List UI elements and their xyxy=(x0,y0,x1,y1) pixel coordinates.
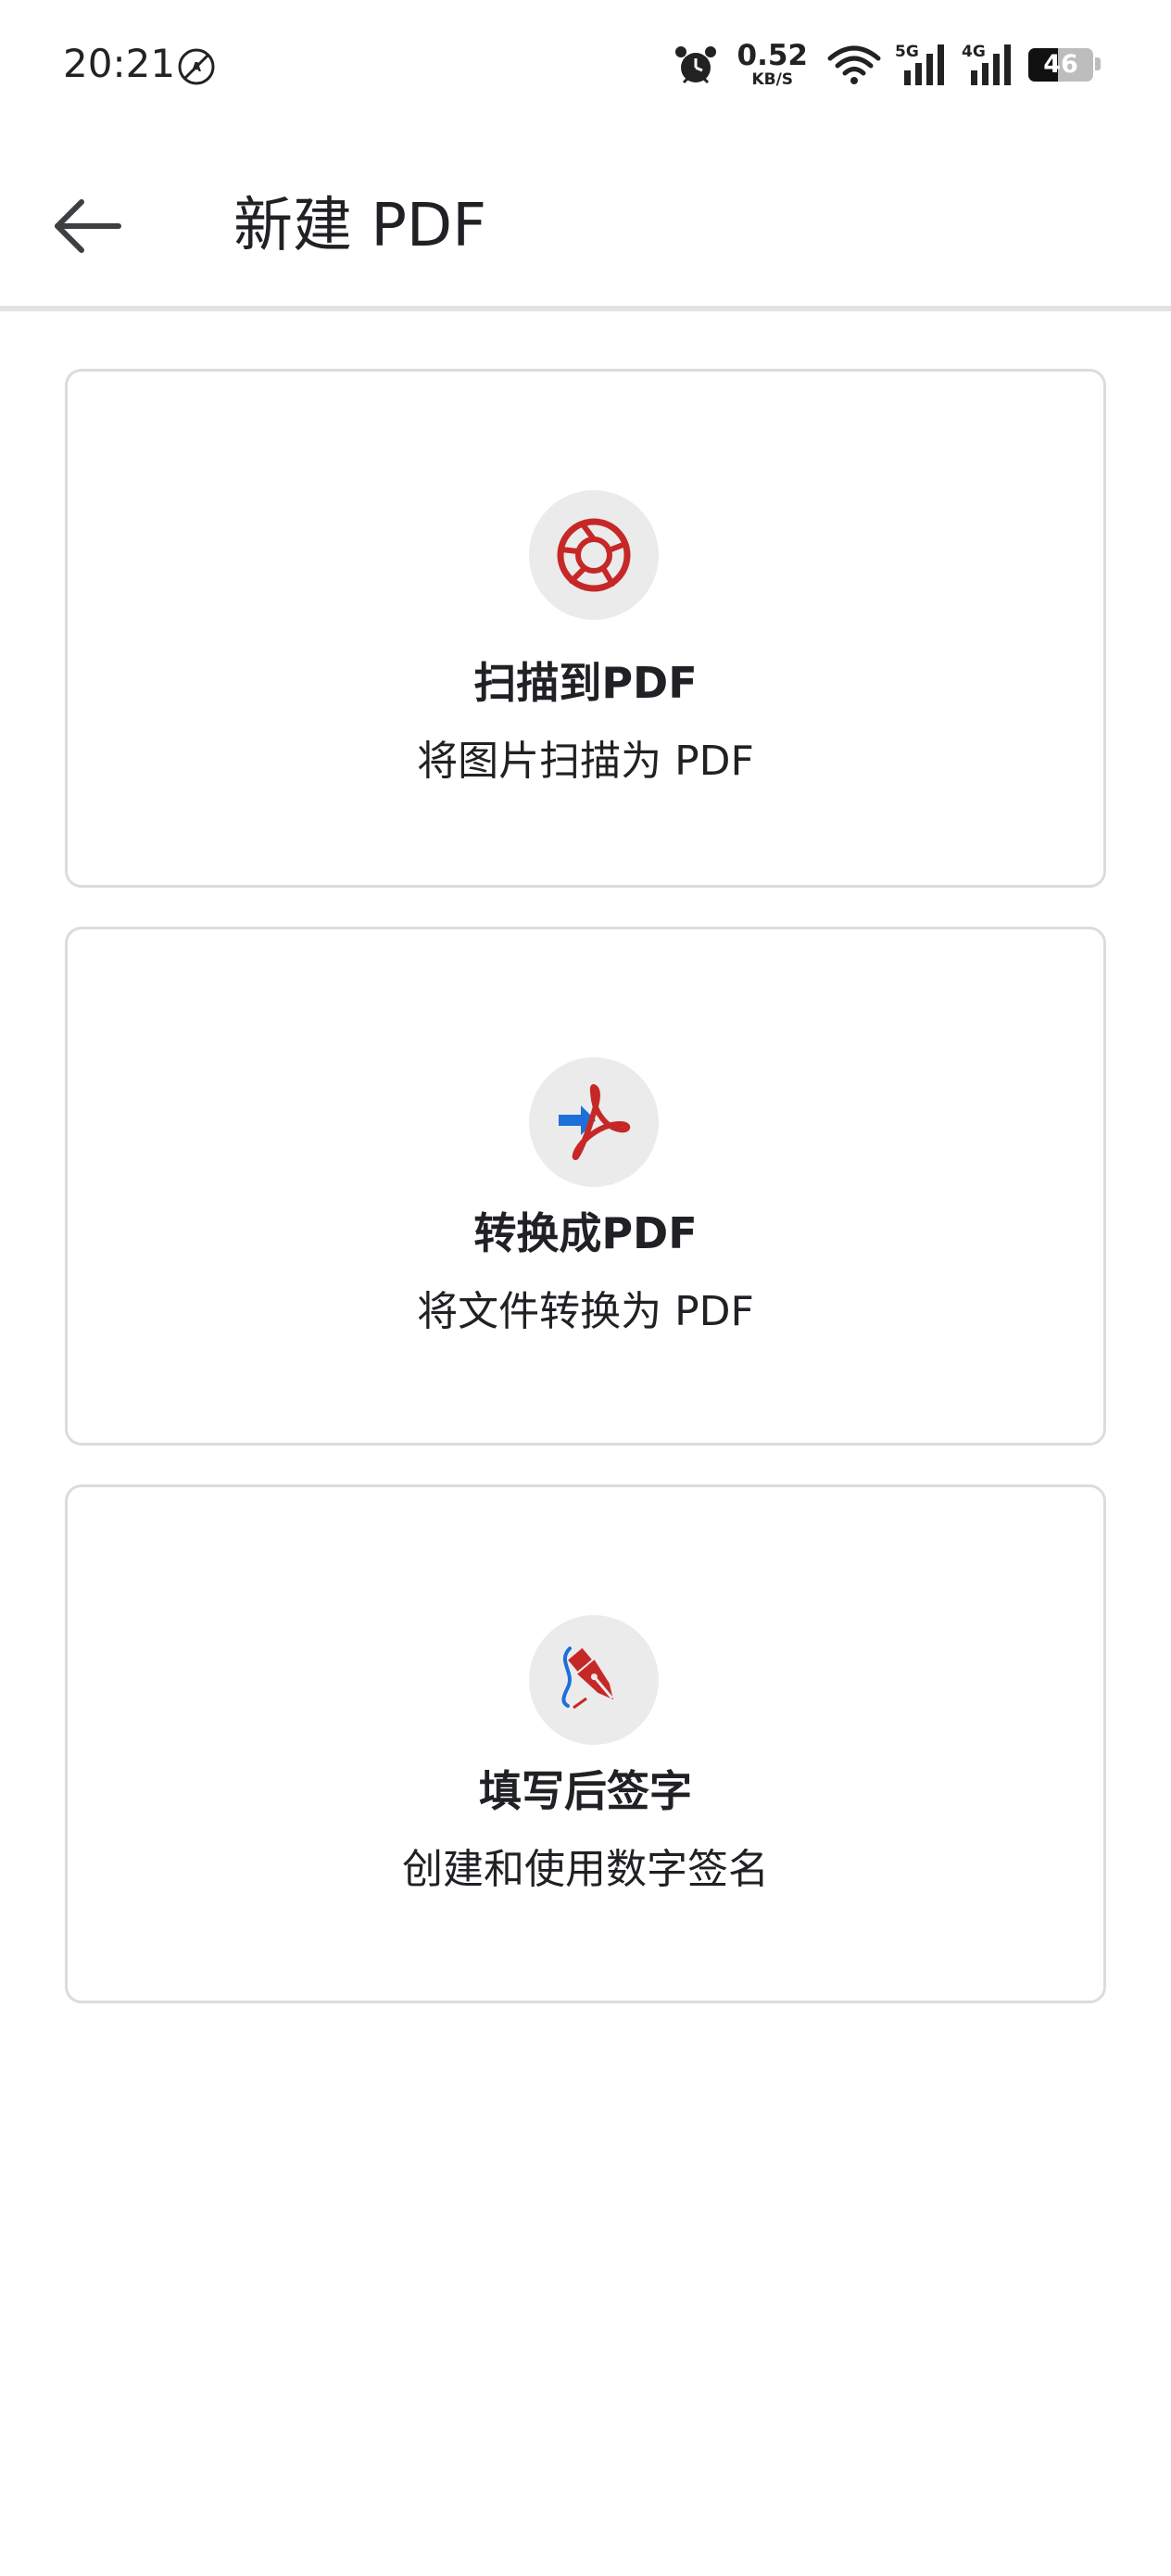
cell-signal-5g: 5G xyxy=(895,43,949,87)
card-title: 扫描到PDF xyxy=(473,658,698,708)
convert-to-pdf-icon xyxy=(559,1084,631,1160)
camera-shutter-icon xyxy=(557,518,631,592)
page-title: 新建 PDF xyxy=(233,192,487,260)
card-subtitle: 将图片扫描为 PDF xyxy=(417,738,754,785)
convert-to-pdf-card[interactable]: 转换成PDF 将文件转换为 PDF xyxy=(65,927,1106,1446)
icon-circle xyxy=(529,1057,659,1187)
cell-signal-4g: 4G xyxy=(962,43,1015,87)
svg-text:A: A xyxy=(192,61,201,75)
icon-circle xyxy=(529,1615,659,1745)
status-bar: 20:21 A 0.52 KB/S 5G 4G 46 xyxy=(0,0,1171,135)
cell-signal-icon xyxy=(971,44,1011,85)
no-disturb-icon: A xyxy=(178,48,215,85)
status-time: 20:21 xyxy=(63,41,176,86)
scan-to-pdf-card[interactable]: 扫描到PDF 将图片扫描为 PDF xyxy=(65,369,1106,888)
card-title: 填写后签字 xyxy=(479,1766,692,1816)
screen: 20:21 A 0.52 KB/S 5G 4G 46 新建 PDF 扫描到PDF… xyxy=(0,0,1171,2576)
battery-icon: 46 xyxy=(1028,46,1101,83)
pen-signature-icon xyxy=(561,1647,613,1710)
icon-circle xyxy=(529,490,659,620)
battery-level: 46 xyxy=(1043,50,1078,79)
network-speed: 0.52 KB/S xyxy=(737,42,809,88)
back-button[interactable] xyxy=(43,182,132,271)
status-icons: 0.52 KB/S 5G 4G 46 xyxy=(673,37,1101,93)
card-subtitle: 将文件转换为 PDF xyxy=(417,1288,754,1335)
cell-signal-icon xyxy=(904,44,944,85)
app-bar: 新建 PDF xyxy=(0,135,1171,311)
arrow-left-icon xyxy=(55,199,121,253)
battery-cap xyxy=(1095,57,1101,70)
net-speed-value: 0.52 xyxy=(737,39,809,72)
wifi-icon xyxy=(827,45,881,84)
card-title: 转换成PDF xyxy=(473,1208,698,1258)
net-speed-unit: KB/S xyxy=(751,70,794,89)
card-subtitle: 创建和使用数字签名 xyxy=(402,1846,769,1893)
alarm-icon xyxy=(674,46,716,84)
fill-and-sign-card[interactable]: 填写后签字 创建和使用数字签名 xyxy=(65,1484,1106,2003)
